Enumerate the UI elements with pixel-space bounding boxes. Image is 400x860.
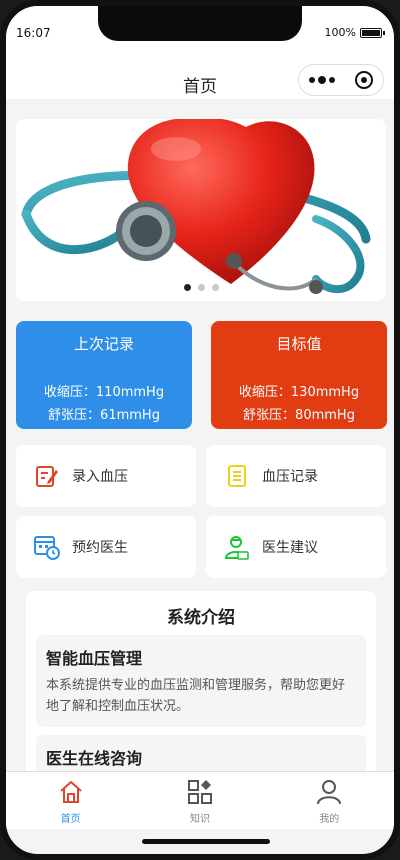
- battery-percent: 100%: [324, 26, 356, 39]
- edit-form-icon: [34, 463, 60, 489]
- more-menu-icon[interactable]: [309, 76, 335, 84]
- bp-records-button[interactable]: 血压记录: [206, 445, 386, 507]
- target-value-card[interactable]: 目标值 收缩压：130mmHg 舒张压：80mmHg: [211, 321, 387, 429]
- book-doctor-label: 预约医生: [72, 540, 128, 556]
- input-bp-button[interactable]: 录入血压: [16, 445, 196, 507]
- bp-records-label: 血压记录: [262, 469, 318, 485]
- tab-knowledge-label: 知识: [189, 814, 210, 825]
- feature-card: 医生在线咨询: [36, 735, 366, 771]
- tab-profile[interactable]: 我的: [265, 772, 394, 829]
- tab-profile-label: 我的: [319, 814, 340, 825]
- document-list-icon: [224, 463, 250, 489]
- target-title: 目标值: [276, 335, 322, 353]
- home-indicator: [142, 839, 270, 844]
- carousel-dot[interactable]: [183, 284, 191, 291]
- miniprogram-capsule: [298, 64, 384, 96]
- nav-bar: 首页: [6, 50, 394, 100]
- status-time: 16:07: [16, 26, 51, 40]
- grid-apps-icon: [186, 778, 214, 806]
- last-record-title: 上次记录: [73, 335, 134, 353]
- main-content: 上次记录 收缩压：110mmHg 舒张压：61mmHg 目标值 收缩压：130m…: [6, 101, 394, 771]
- system-intro-title: 系统介绍: [167, 608, 235, 628]
- book-doctor-button[interactable]: 预约医生: [16, 516, 196, 578]
- carousel-dot[interactable]: [211, 284, 219, 291]
- user-icon: [315, 778, 343, 806]
- doctor-advice-label: 医生建议: [262, 540, 318, 556]
- doctor-advice-button[interactable]: 医生建议: [206, 516, 386, 578]
- phone-frame: 16:07 100% 首页 上次记录 收缩压：110mmHg 舒张压：61mmH…: [0, 0, 400, 860]
- feature-text: 本系统提供专业的血压监测和管理服务，帮助您更好地了解和控制血压状况。: [46, 678, 346, 714]
- calendar-clock-icon: [34, 534, 60, 560]
- carousel-dot[interactable]: [197, 284, 205, 291]
- tab-knowledge[interactable]: 知识: [135, 772, 264, 829]
- carousel-indicator: [16, 284, 386, 291]
- last-record-diastolic: 舒张压：61mmHg: [48, 408, 160, 423]
- system-intro-card: 系统介绍 智能血压管理 本系统提供专业的血压监测和管理服务，帮助您更好地了解和控…: [26, 591, 376, 771]
- last-record-systolic: 收缩压：110mmHg: [43, 385, 165, 400]
- input-bp-label: 录入血压: [72, 469, 128, 485]
- battery-icon: [360, 27, 385, 38]
- battery-status: 100%: [324, 26, 385, 39]
- target-systolic: 收缩压：130mmHg: [238, 385, 360, 400]
- close-miniprogram-icon[interactable]: [355, 71, 373, 89]
- target-diastolic: 舒张压：80mmHg: [243, 408, 355, 423]
- heart-stethoscope-image: [16, 119, 386, 301]
- home-icon: [57, 778, 85, 806]
- feature-title: 医生在线咨询: [46, 749, 143, 768]
- banner-carousel[interactable]: [16, 119, 386, 301]
- doctor-icon: [224, 534, 250, 560]
- camera-notch: [98, 6, 302, 41]
- feature-title: 智能血压管理: [46, 649, 143, 668]
- feature-card: 智能血压管理 本系统提供专业的血压监测和管理服务，帮助您更好地了解和控制血压状况…: [36, 635, 366, 727]
- tab-home-label: 首页: [60, 814, 81, 825]
- tab-bar: 首页 知识 我的: [6, 771, 394, 829]
- tab-home[interactable]: 首页: [6, 772, 135, 829]
- last-record-card[interactable]: 上次记录 收缩压：110mmHg 舒张压：61mmHg: [16, 321, 192, 429]
